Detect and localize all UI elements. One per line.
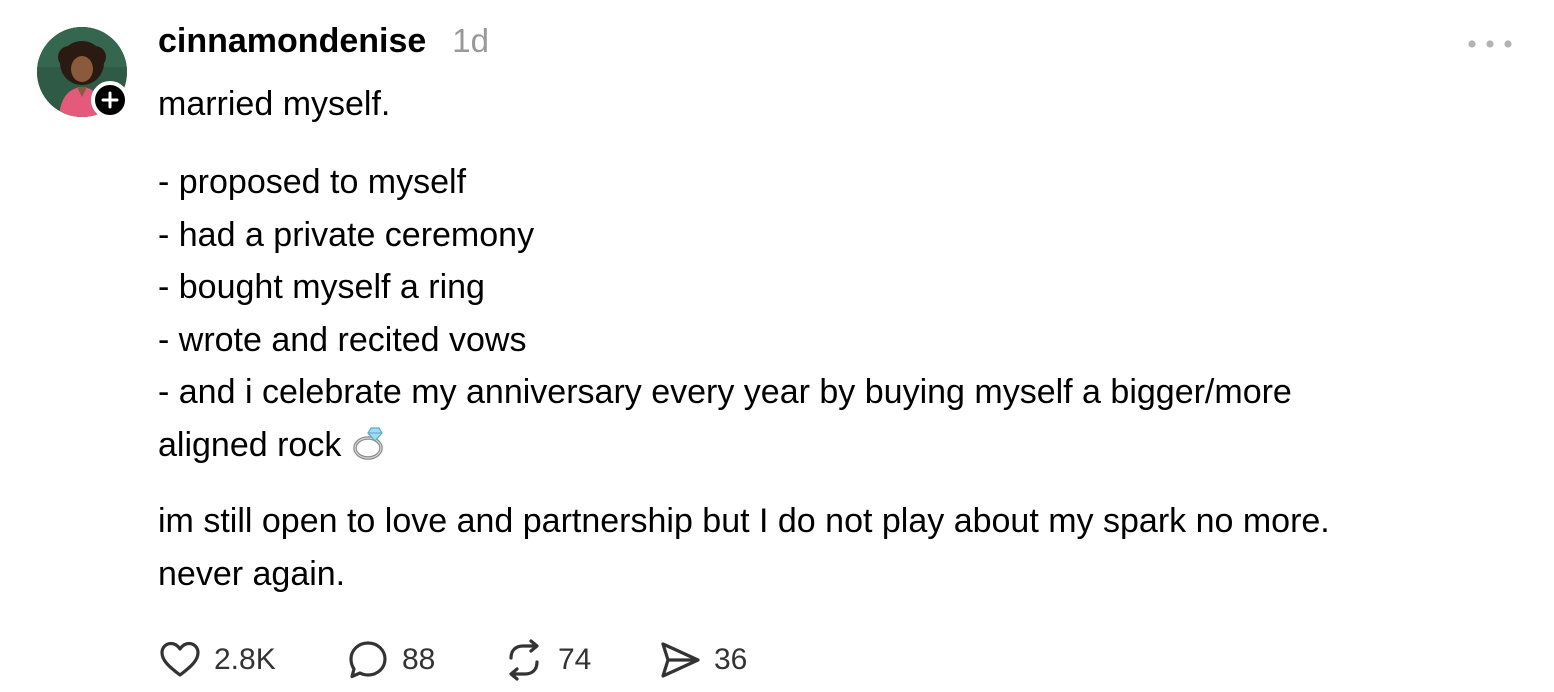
author-avatar-container xyxy=(37,27,129,119)
list-continuation-text: aligned rock xyxy=(158,425,342,464)
post-text-first-line: married myself. xyxy=(158,85,391,123)
plus-icon xyxy=(101,91,119,109)
reply-icon xyxy=(349,641,387,679)
like-count: 2.8K xyxy=(214,643,276,676)
share-button[interactable]: 36 xyxy=(658,638,747,682)
reply-button[interactable]: 88 xyxy=(346,638,502,682)
list-item-continuation: aligned rock xyxy=(158,419,1292,472)
more-options-button[interactable] xyxy=(1466,34,1514,54)
post-timestamp: 1d xyxy=(452,22,489,59)
follow-button[interactable] xyxy=(91,81,129,119)
repost-button[interactable]: 74 xyxy=(502,638,658,682)
send-icon xyxy=(661,642,700,678)
list-item: - proposed to myself xyxy=(158,163,467,201)
post-actions: 2.8K 88 74 36 xyxy=(158,636,747,684)
like-button[interactable]: 2.8K xyxy=(158,638,346,682)
repost-icon xyxy=(509,639,539,681)
list-item: - bought myself a ring xyxy=(158,268,485,306)
reply-count: 88 xyxy=(402,643,436,676)
ring-icon xyxy=(353,426,384,460)
post-header: cinnamondenise 1d xyxy=(158,22,489,66)
author-username[interactable]: cinnamondenise xyxy=(158,22,426,61)
repost-count: 74 xyxy=(558,643,592,676)
post-text-paragraph: im still open to love and partnership bu… xyxy=(158,495,1330,600)
list-item: - wrote and recited vows xyxy=(158,320,527,359)
thread-post: cinnamondenise 1d married myself. - prop… xyxy=(0,0,1554,692)
heart-icon xyxy=(160,641,200,677)
more-icon xyxy=(1468,40,1512,48)
paragraph-line: never again. xyxy=(158,554,346,593)
post-text-list: - proposed to myself - had a private cer… xyxy=(158,156,1292,471)
list-item: - had a private ceremony xyxy=(158,215,535,254)
paragraph-line: im still open to love and partnership bu… xyxy=(158,502,1330,540)
share-count: 36 xyxy=(714,643,748,676)
ring-emoji xyxy=(351,424,389,478)
list-item: - and i celebrate my anniversary every y… xyxy=(158,373,1292,411)
